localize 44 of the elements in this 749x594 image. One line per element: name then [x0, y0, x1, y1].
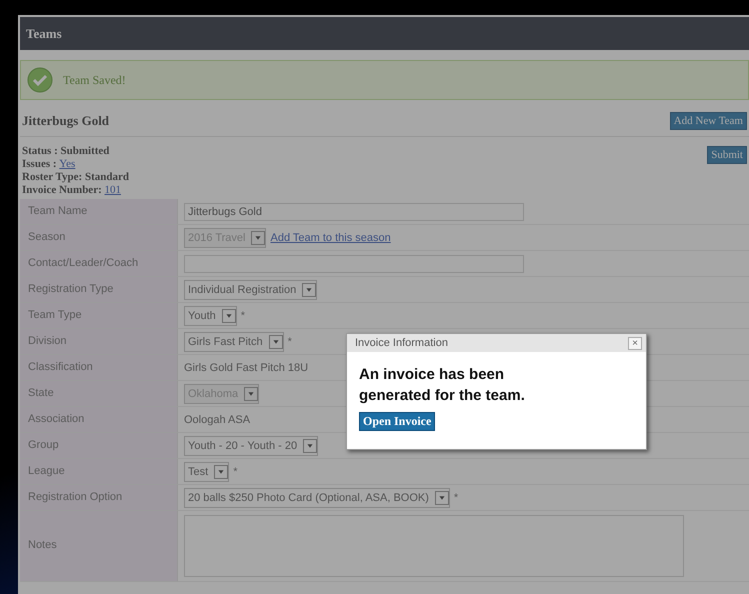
field-label: Registration Type [28, 283, 114, 295]
required-mark: * [240, 310, 246, 322]
submit-button[interactable]: Submit [707, 146, 747, 164]
field-label: Contact/Leader/Coach [28, 257, 138, 269]
field-label: Season [28, 231, 66, 243]
info-link[interactable]: 101 [104, 184, 121, 196]
required-mark: * [454, 492, 458, 504]
field-label: Group [28, 439, 59, 451]
close-button[interactable]: × [628, 336, 642, 350]
dropdown-field[interactable]: Youth [184, 306, 237, 326]
field-value: Oologah ASA [184, 414, 250, 426]
dropdown-field[interactable]: Girls Fast Pitch [184, 332, 284, 352]
field-label: Classification [28, 361, 93, 373]
field-label: League [28, 465, 65, 477]
info-line: Roster Type: Standard [22, 171, 129, 184]
dialog-message: An invoice has been generated for the team. [359, 365, 526, 406]
info-line: Status : Submitted [22, 145, 110, 158]
required-mark: * [233, 466, 238, 478]
dialog-title: Invoice Information [355, 337, 448, 349]
open-invoice-button[interactable]: Open Invoice [359, 412, 436, 431]
text-field[interactable] [184, 254, 524, 272]
dropdown-field[interactable]: 20 balls $250 Photo Card (Optional, ASA, BOOK) [184, 488, 450, 508]
notes-field[interactable] [184, 515, 684, 577]
dropdown-field[interactable]: Test [184, 462, 230, 482]
check-icon [27, 67, 53, 93]
info-line: Invoice Number: 101 [22, 184, 122, 197]
text-field[interactable]: Jitterbugs Gold [184, 202, 524, 220]
field-label: Association [28, 413, 84, 425]
field-label: Registration Option [28, 491, 122, 503]
field-label: Team Type [28, 309, 82, 321]
page-title: Teams [26, 26, 62, 42]
info-line: Issues : Yes [22, 158, 76, 171]
field-value: Girls Gold Fast Pitch 18U [184, 362, 308, 374]
field-label: Division [28, 335, 67, 347]
field-label: Team Name [28, 205, 88, 217]
field-label: State [28, 387, 54, 399]
required-mark: * [288, 336, 292, 348]
info-link[interactable]: Yes [59, 158, 76, 170]
add-team-button[interactable]: Add New Team [670, 112, 747, 130]
notice-text: Team Saved! [63, 72, 126, 88]
team-name: Jitterbugs Gold [22, 113, 110, 129]
field-label: Notes [28, 539, 57, 551]
dropdown-field[interactable]: Youth - 20 - Youth - 20 [184, 436, 318, 456]
dropdown-field[interactable]: Individual Registration [184, 280, 318, 300]
